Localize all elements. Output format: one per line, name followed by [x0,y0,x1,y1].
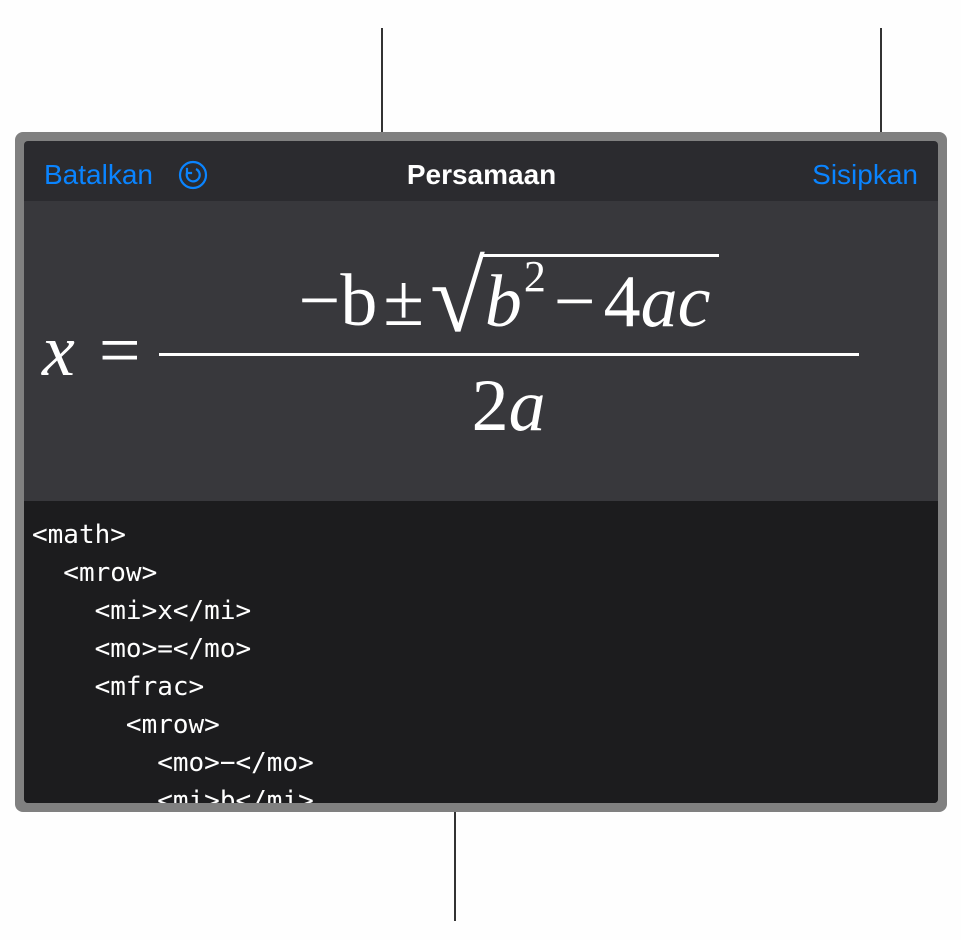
eq-minus-b: −b [299,259,378,344]
equation-preview: x = −b ± √ b 2 − 4 a [24,201,938,501]
eq-minus: − [546,260,604,345]
eq-denominator: 2 a [472,356,546,449]
eq-4: 4 [604,260,641,345]
eq-den-a: a [509,364,546,449]
eq-equals: = [85,309,155,394]
eq-exp-2: 2 [524,251,546,302]
sqrt-icon: √ [430,250,485,345]
eq-fraction: −b ± √ b 2 − 4 a c [159,254,859,449]
eq-sqrt: √ b 2 − 4 a c [430,254,718,349]
eq-a: a [641,260,678,345]
dialog-title: Persamaan [151,159,812,191]
dialog-header: Batalkan Persamaan Sisipkan [24,141,938,201]
eq-numerator: −b ± √ b 2 − 4 a c [293,254,725,353]
equation-dialog: Batalkan Persamaan Sisipkan x = −b ± [24,141,938,803]
eq-c: c [678,260,711,345]
callout-line-insert [880,28,882,140]
mathml-code-input[interactable]: <math> <mrow> <mi>x</mi> <mo>=</mo> <mfr… [24,501,938,803]
callout-line-code [454,811,456,921]
equation-dialog-frame: Batalkan Persamaan Sisipkan x = −b ± [15,132,947,812]
eq-radicand: b 2 − 4 a c [481,254,719,349]
eq-2: 2 [472,364,509,449]
equation-render: x = −b ± √ b 2 − 4 a [42,254,859,449]
eq-plusminus: ± [377,259,430,344]
eq-variable-x: x [42,309,81,394]
eq-b: b [485,260,522,345]
cancel-button[interactable]: Batalkan [44,159,153,191]
insert-button[interactable]: Sisipkan [812,159,918,191]
